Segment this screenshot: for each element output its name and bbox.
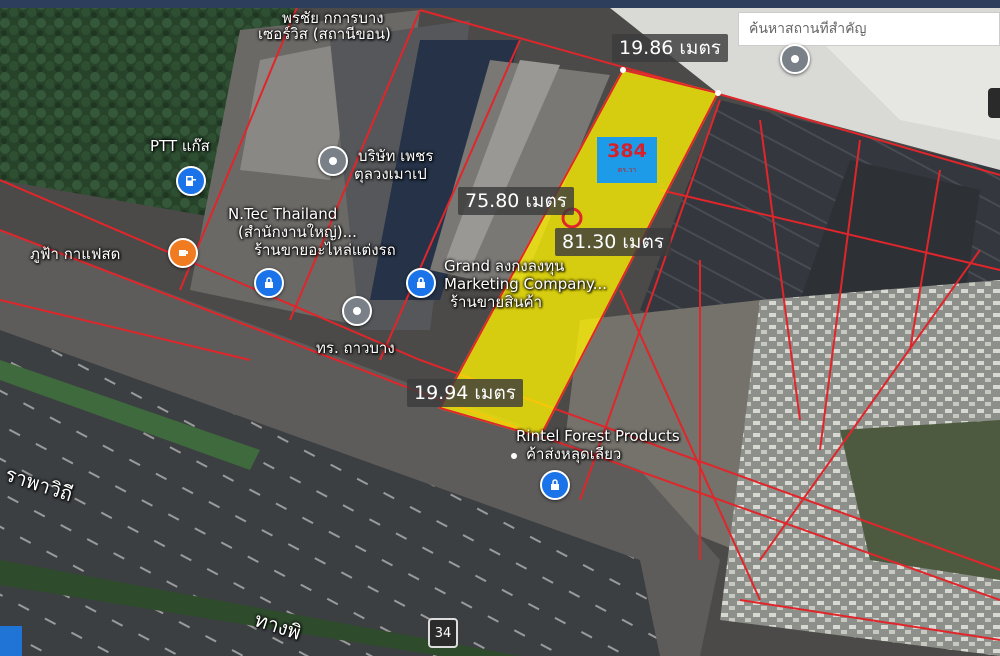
- place-pin-icon-top[interactable]: [780, 44, 810, 74]
- top-bar: [0, 0, 1000, 8]
- measurement-right: 81.30 เมตร: [555, 228, 671, 256]
- route-shield: 34: [428, 618, 458, 648]
- lot-unit: ตร.วา: [617, 166, 637, 174]
- shop-pin-icon-ntec[interactable]: [254, 268, 284, 298]
- poi-label-grand-2: Marketing Company...: [444, 275, 608, 293]
- poi-label-top-2: เซอร์วิส (สถานีขอน): [258, 25, 391, 43]
- lot-number: 384: [607, 140, 647, 162]
- search-input[interactable]: [747, 20, 991, 38]
- route-number: 34: [434, 625, 452, 641]
- poi-label-company-2: ตุลวงเมาเป: [354, 165, 427, 183]
- shop-pin-icon-grand[interactable]: [406, 268, 436, 298]
- poi-label-ntec-2: (สำนักงานใหญ่)...: [238, 223, 357, 241]
- poi-label-rintel-1[interactable]: Rintel Forest Products: [516, 428, 680, 445]
- poi-label-cafe[interactable]: ภูฟ้า กาแฟสด: [30, 246, 120, 263]
- poi-label-kaarbang[interactable]: ทร. ถาวบาง: [316, 340, 395, 357]
- search-box[interactable]: [738, 12, 1000, 46]
- side-panel-tab[interactable]: [988, 88, 1000, 118]
- poi-label-ntec-1[interactable]: N.Tec Thailand: [228, 206, 337, 223]
- gas-station-pin-icon[interactable]: [176, 166, 206, 196]
- measurement-top: 19.86 เมตร: [612, 34, 728, 62]
- poi-label-rintel-2: ค้าส่งหลุดเลียว: [526, 445, 622, 463]
- measurement-left: 75.80 เมตร: [458, 187, 574, 215]
- company-pin-icon[interactable]: [318, 146, 348, 176]
- poi-label-company-1[interactable]: บริษัท เพชร: [358, 148, 433, 165]
- lot-number-badge: 384 ตร.วา: [597, 137, 657, 183]
- shop-pin-icon-rintel[interactable]: [540, 470, 570, 500]
- place-pin-icon-kaarbang[interactable]: [342, 296, 372, 326]
- corner-tab[interactable]: [0, 626, 22, 656]
- poi-label-grand-1[interactable]: Grand ลงกงลงทุน: [444, 258, 564, 275]
- satellite-map[interactable]: [0, 0, 1000, 656]
- measurement-bottom: 19.94 เมตร: [407, 379, 523, 407]
- poi-label-ptt[interactable]: PTT แก๊ส: [150, 138, 210, 155]
- poi-label-ntec-3: ร้านขายอะไหล่แต่งรถ: [254, 241, 396, 259]
- poi-label-grand-3: ร้านขายสินค้า: [450, 293, 543, 311]
- cafe-pin-icon[interactable]: [168, 238, 198, 268]
